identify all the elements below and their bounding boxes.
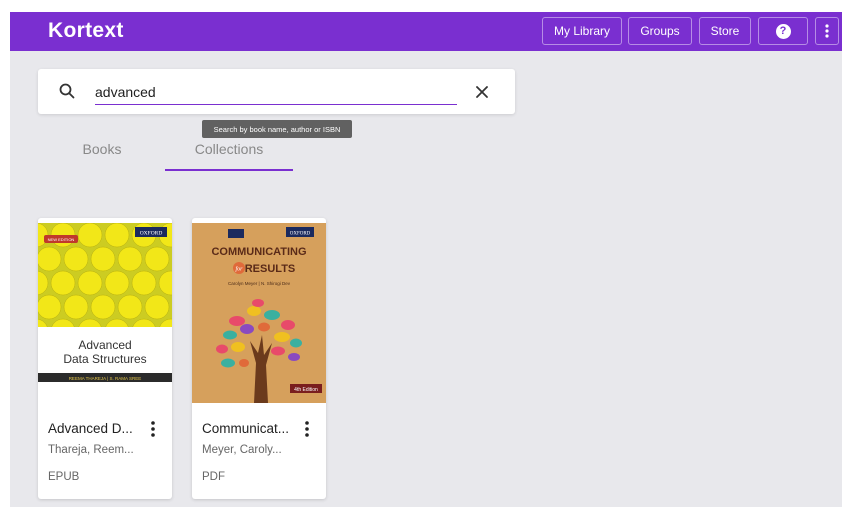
help-icon: ? [775,23,791,39]
more-vert-icon[interactable] [300,419,314,439]
more-vert-icon[interactable] [146,419,160,439]
cover-edition: 4th Edition [294,387,318,393]
book-title[interactable]: Communicat... [202,421,289,436]
cover-authors: REEMA THAREJA | S. RAMA SREE [69,376,142,381]
cover-title-line2: Data Structures [63,352,146,366]
search-box [38,69,515,114]
book-card[interactable]: OXFORD COMMUNICATING for RESULTS Carolyn… [192,218,326,499]
my-library-button[interactable]: My Library [542,17,622,45]
book-cover[interactable]: OXFORD COMMUNICATING for RESULTS Carolyn… [192,223,326,403]
app-frame: Kortext My Library Groups Store ? Search… [10,12,842,507]
cover-title-line1: COMMUNICATING [211,246,306,258]
tab-collections[interactable]: Collections [165,141,293,171]
cover-title-line2: RESULTS [245,263,296,275]
store-button[interactable]: Store [699,17,751,45]
book-format: EPUB [48,471,80,483]
active-tab-indicator [165,169,293,171]
search-tooltip: Search by book name, author or ISBN [202,120,352,138]
cover-authors: Carolyn Meyer | N. Shirogi Dev [228,281,291,286]
book-author: Thareja, Reem... [48,444,134,456]
help-button[interactable]: ? [758,17,808,45]
book-card[interactable]: OXFORD NEW EDITION Advanced Data Structu… [38,218,172,499]
cover-title-line1: Advanced [78,338,131,352]
book-title[interactable]: Advanced D... [48,421,133,436]
cover-publisher: OXFORD [140,231,163,237]
groups-button[interactable]: Groups [628,17,692,45]
book-format: PDF [202,471,225,483]
cover-publisher: OXFORD [290,232,311,237]
tab-books[interactable]: Books [60,141,144,171]
more-vert-icon [825,24,829,38]
cover-title-for: for [235,266,243,273]
close-icon[interactable] [474,84,490,100]
top-bar: Kortext My Library Groups Store ? [10,12,842,51]
cover-badge: NEW EDITION [48,237,75,242]
book-author: Meyer, Caroly... [202,444,282,456]
more-menu-button[interactable] [815,17,839,45]
kortext-logo[interactable]: Kortext [48,19,124,43]
search-input[interactable] [95,79,457,105]
book-cover[interactable]: OXFORD NEW EDITION Advanced Data Structu… [38,223,172,403]
search-icon[interactable] [58,82,76,100]
